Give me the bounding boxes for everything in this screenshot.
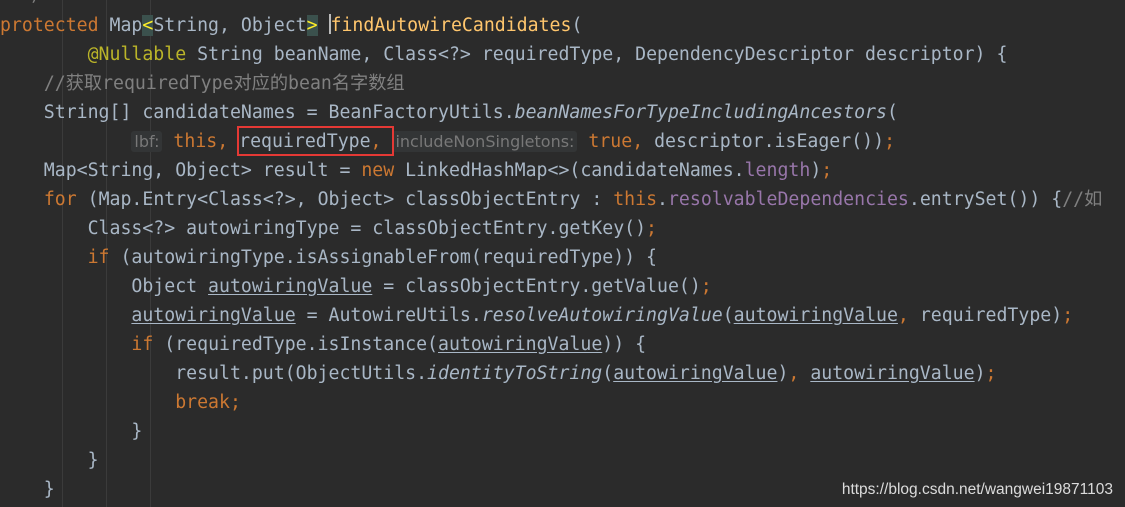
code-token: true bbox=[588, 131, 633, 152]
code-token: ; bbox=[646, 218, 657, 239]
code-token: autowiringValue bbox=[810, 363, 975, 384]
code-token: ( bbox=[571, 15, 583, 36]
code-line[interactable]: String[] candidateNames = BeanFactoryUti… bbox=[0, 98, 1102, 127]
code-token: autowiringValue bbox=[438, 334, 603, 355]
code-token: = AutowireUtils. bbox=[295, 305, 482, 326]
code-token: < bbox=[142, 15, 154, 36]
code-line[interactable]: lbf: this, requiredType, includeNonSingl… bbox=[0, 127, 1102, 156]
code-token: identityToString bbox=[427, 363, 603, 384]
code-token: (Map.Entry<Class<?>, Object> classObject… bbox=[87, 189, 614, 210]
code-token: resolvableDependencies bbox=[667, 189, 909, 210]
code-token: break; bbox=[175, 392, 241, 413]
code-token: descriptor.isEager()) bbox=[654, 131, 885, 152]
code-token: Map bbox=[109, 15, 143, 36]
code-lines[interactable]: protected Map<String, Object> findAutowi… bbox=[0, 11, 1102, 504]
code-token: ) bbox=[810, 160, 822, 181]
code-token: } bbox=[0, 450, 99, 471]
code-line[interactable]: } bbox=[0, 417, 1102, 446]
code-line[interactable]: for (Map.Entry<Class<?>, Object> classOb… bbox=[0, 185, 1102, 214]
code-token: beanNamesForTypeIncludingAncestors bbox=[514, 102, 887, 123]
code-token: LinkedHashMap<>(candidateNames. bbox=[405, 160, 745, 181]
code-token: } bbox=[0, 479, 55, 500]
code-token: //获取requiredType对应的bean名字数组 bbox=[43, 73, 405, 94]
code-token: , bbox=[788, 363, 811, 384]
code-line[interactable]: autowiringValue = AutowireUtils.resolveA… bbox=[0, 301, 1102, 330]
code-token: Class<?> autowiringType = classObjectEnt… bbox=[0, 218, 647, 239]
code-line[interactable]: @Nullable String beanName, Class<?> requ… bbox=[0, 40, 1102, 69]
code-token: autowiringValue bbox=[613, 363, 778, 384]
code-token: autowiringValue bbox=[208, 276, 373, 297]
code-line[interactable]: if (autowiringType.isAssignableFrom(requ… bbox=[0, 243, 1102, 272]
code-line[interactable]: Object autowiringValue = classObjectEntr… bbox=[0, 272, 1102, 301]
code-token: autowiringValue bbox=[733, 305, 898, 326]
code-editor[interactable]: */ protected Map<String, Object> findAut… bbox=[0, 0, 1125, 507]
code-line[interactable]: //获取requiredType对应的bean名字数组 bbox=[0, 69, 1102, 98]
code-token: this bbox=[613, 189, 658, 210]
code-token: String beanName, Class<?> requiredType, … bbox=[186, 44, 1008, 65]
code-token: //如 bbox=[1062, 189, 1103, 210]
code-token: } bbox=[0, 421, 143, 442]
code-token: ; bbox=[821, 160, 833, 181]
code-token: this bbox=[173, 131, 218, 152]
code-token: ; bbox=[1062, 305, 1074, 326]
code-token: ; bbox=[985, 363, 997, 384]
code-line[interactable]: Class<?> autowiringType = classObjectEnt… bbox=[0, 214, 1102, 243]
code-token: . bbox=[657, 189, 668, 210]
code-token: resolveAutowiringValue bbox=[481, 305, 723, 326]
code-token: String[] candidateNames = BeanFactoryUti… bbox=[0, 102, 515, 123]
code-token: String, Object bbox=[153, 15, 307, 36]
code-token: .entrySet()) { bbox=[908, 189, 1063, 210]
code-token: Map<String, Object> result = bbox=[0, 160, 362, 181]
code-token: (autowiringType.isAssignableFrom(require… bbox=[120, 247, 658, 268]
code-token: requiredType) bbox=[919, 305, 1063, 326]
comment-end-fragment: */ bbox=[22, 0, 41, 5]
code-token: if bbox=[87, 247, 121, 268]
code-token: ( bbox=[602, 363, 614, 384]
code-token: ( bbox=[886, 102, 898, 123]
watermark-url: https://blog.csdn.net/wangwei19871103 bbox=[841, 481, 1113, 498]
code-token: , bbox=[897, 305, 920, 326]
code-token: if bbox=[131, 334, 165, 355]
code-line[interactable]: } bbox=[0, 446, 1102, 475]
code-token: ; bbox=[884, 131, 896, 152]
code-token: , bbox=[217, 131, 240, 152]
parameter-hint: lbf: bbox=[131, 131, 163, 152]
code-token: , bbox=[632, 131, 655, 152]
code-token: ) bbox=[777, 363, 789, 384]
highlight-box-requiredType bbox=[237, 126, 394, 156]
code-token: ( bbox=[722, 305, 734, 326]
code-token: autowiringValue bbox=[131, 305, 296, 326]
parameter-hint: includeNonSingletons: bbox=[392, 131, 578, 152]
code-line[interactable]: break; bbox=[0, 388, 1102, 417]
code-token: )) { bbox=[602, 334, 647, 355]
code-line[interactable]: if (requiredType.isInstance(autowiringVa… bbox=[0, 330, 1102, 359]
code-token: (requiredType.isInstance( bbox=[164, 334, 439, 355]
code-token: ) bbox=[974, 363, 986, 384]
code-token: > bbox=[306, 15, 318, 36]
code-token: = classObjectEntry.getValue() bbox=[372, 276, 701, 297]
code-line[interactable]: result.put(ObjectUtils.identityToString(… bbox=[0, 359, 1102, 388]
code-token: length bbox=[744, 160, 811, 181]
code-token: @Nullable bbox=[87, 44, 187, 65]
code-token: new bbox=[361, 160, 406, 181]
code-token: ; bbox=[700, 276, 712, 297]
code-token: protected bbox=[0, 15, 110, 36]
code-token: result.put(ObjectUtils. bbox=[0, 363, 428, 384]
code-token: findAutowireCandidates bbox=[330, 15, 572, 36]
code-token: Object bbox=[0, 276, 209, 297]
code-line[interactable]: Map<String, Object> result = new LinkedH… bbox=[0, 156, 1102, 185]
code-token: for bbox=[43, 189, 88, 210]
code-line[interactable]: protected Map<String, Object> findAutowi… bbox=[0, 11, 1102, 40]
